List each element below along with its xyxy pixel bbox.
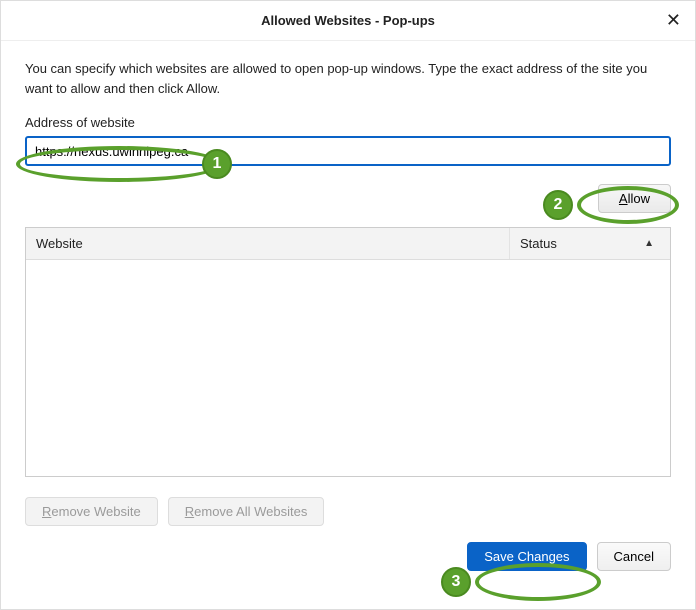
popups-dialog: Allowed Websites - Pop-ups ✕ You can spe… <box>0 0 696 610</box>
intro-text: You can specify which websites are allow… <box>25 59 671 99</box>
remove-website-button[interactable]: Remove Website <box>25 497 158 526</box>
address-input[interactable] <box>25 136 671 166</box>
bottom-buttons-row: Save Changes Cancel <box>25 542 671 571</box>
col-header-website[interactable]: Website <box>36 228 510 259</box>
website-table: Website Status ▲ <box>25 227 671 477</box>
allow-row: Allow <box>25 184 671 213</box>
address-label: Address of website <box>25 115 671 130</box>
dialog-title: Allowed Websites - Pop-ups <box>261 13 435 28</box>
cancel-button[interactable]: Cancel <box>597 542 671 571</box>
remove-all-underline-letter: R <box>185 504 194 519</box>
sort-arrow-icon: ▲ <box>644 238 654 249</box>
col-header-status[interactable]: Status ▲ <box>510 228 660 259</box>
remove-all-rest: emove All Websites <box>194 504 307 519</box>
title-bar: Allowed Websites - Pop-ups ✕ <box>1 1 695 41</box>
remove-underline-letter: R <box>42 504 51 519</box>
allow-rest: llow <box>628 191 650 206</box>
remove-website-rest: emove Website <box>51 504 140 519</box>
remove-all-button[interactable]: Remove All Websites <box>168 497 325 526</box>
allow-underline-letter: A <box>619 191 628 206</box>
dialog-content: You can specify which websites are allow… <box>1 41 695 583</box>
table-header: Website Status ▲ <box>26 228 670 260</box>
save-changes-button[interactable]: Save Changes <box>467 542 586 571</box>
remove-buttons-row: Remove Website Remove All Websites <box>25 497 671 526</box>
close-icon[interactable]: ✕ <box>666 11 681 29</box>
allow-button[interactable]: Allow <box>598 184 671 213</box>
